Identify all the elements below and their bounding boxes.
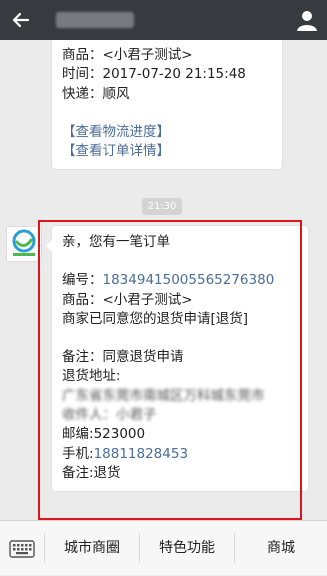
highlight-box — [38, 220, 302, 520]
view-logistics-link[interactable]: 【查看物流进度】 — [62, 123, 272, 142]
timestamp: 21:30 — [142, 198, 182, 215]
product-line: 商品：<小君子测试> — [62, 47, 193, 63]
back-arrow-icon[interactable] — [8, 7, 34, 33]
express-line: 快递：顺风 — [62, 85, 130, 102]
tab-city-business[interactable]: 城市商圈 — [45, 521, 139, 576]
view-order-link[interactable]: 【查看订单详情】 — [62, 142, 272, 161]
chat-area[interactable]: 商品：<小君子测试> 时间：2017-07-20 21:15:48 快递：顺风 … — [0, 40, 327, 520]
top-bar — [0, 0, 327, 40]
tab-features[interactable]: 特色功能 — [140, 521, 234, 576]
user-icon[interactable] — [295, 8, 319, 32]
keyboard-icon[interactable] — [8, 535, 36, 563]
time-line: 时间：2017-07-20 21:15:48 — [62, 66, 246, 83]
account-title-redacted — [56, 12, 134, 28]
message-bubble: 商品：<小君子测试> 时间：2017-07-20 21:15:48 快递：顺风 … — [52, 40, 282, 170]
avatar[interactable] — [6, 226, 42, 262]
bottom-menu-bar: 城市商圈 特色功能 商城 — [0, 520, 327, 575]
tab-mall[interactable]: 商城 — [235, 521, 327, 576]
